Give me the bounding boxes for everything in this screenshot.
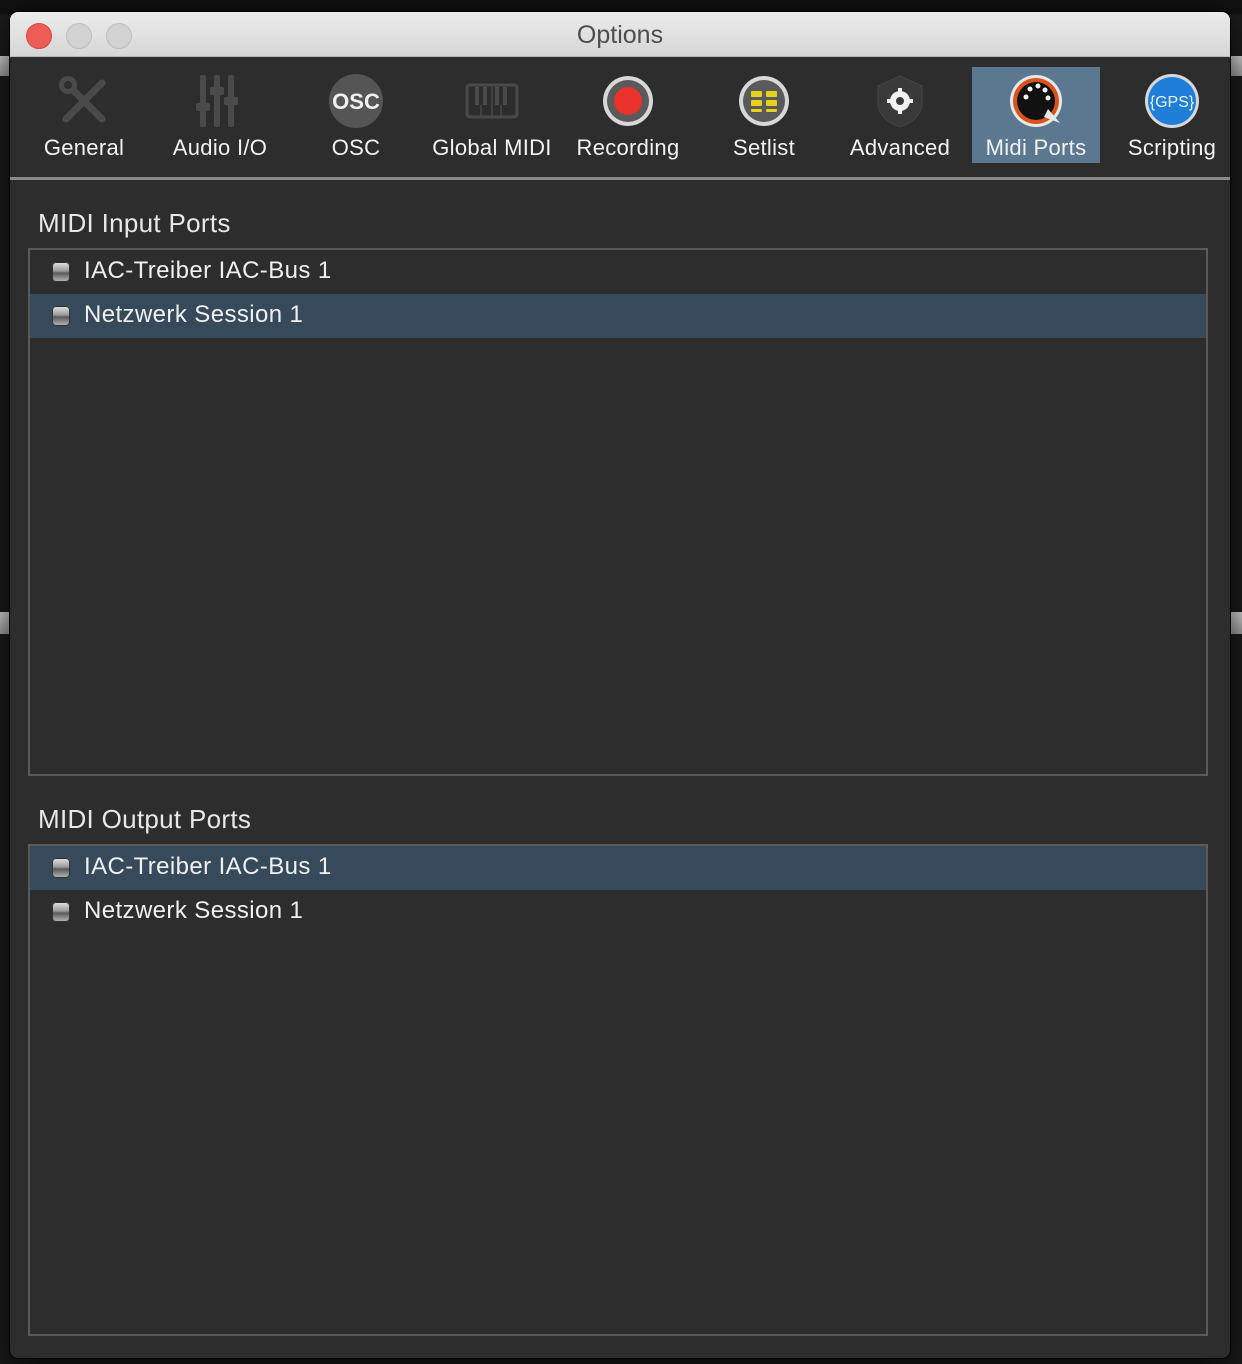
- list-item[interactable]: Netzwerk Session 1: [30, 890, 1206, 934]
- tab-osc[interactable]: OSC OSC: [292, 67, 420, 163]
- port-name: IAC-Treiber IAC-Bus 1: [84, 257, 332, 284]
- midi-output-heading: MIDI Output Ports: [38, 804, 252, 834]
- port-name: Netzwerk Session 1: [84, 897, 304, 924]
- port-name: Netzwerk Session 1: [84, 301, 304, 328]
- gear-shield-icon: [877, 75, 923, 128]
- tab-recording[interactable]: Recording: [564, 67, 692, 163]
- tab-label: Recording: [576, 135, 680, 160]
- wrench-screwdriver-icon: [59, 76, 106, 123]
- midi-output-port-list[interactable]: IAC-Treiber IAC-Bus 1 Netzwerk Session 1: [28, 844, 1208, 1336]
- tab-label: Midi Ports: [985, 135, 1087, 160]
- list-item[interactable]: IAC-Treiber IAC-Bus 1: [30, 846, 1206, 890]
- tab-label: Setlist: [732, 135, 795, 160]
- tab-label: OSC: [331, 135, 381, 160]
- port-status-led-icon[interactable]: [52, 262, 70, 282]
- options-window: Options General Audio I/O OSC OSC Global…: [10, 12, 1230, 1358]
- port-status-led-icon[interactable]: [52, 858, 70, 878]
- midi-input-port-list[interactable]: IAC-Treiber IAC-Bus 1 Netzwerk Session 1: [28, 248, 1208, 776]
- window-title: Options: [576, 21, 664, 49]
- preferences-toolbar: General Audio I/O OSC OSC Global MIDI Re…: [10, 57, 1230, 180]
- setlist-icon: [739, 76, 789, 126]
- port-status-led-icon[interactable]: [52, 306, 70, 326]
- osc-icon-text: OSC: [332, 89, 380, 114]
- tab-label: Scripting: [1127, 135, 1217, 160]
- mixer-faders-icon: [196, 75, 238, 127]
- tab-label: Audio I/O: [172, 135, 268, 160]
- osc-icon: OSC: [329, 74, 383, 128]
- gps-icon-text: {GPS}: [1150, 94, 1195, 111]
- tab-label: Advanced: [849, 135, 951, 160]
- list-item[interactable]: IAC-Treiber IAC-Bus 1: [30, 250, 1206, 294]
- tab-midi-ports[interactable]: Midi Ports: [972, 67, 1100, 163]
- midi-input-heading: MIDI Input Ports: [38, 208, 231, 238]
- tab-general[interactable]: General: [20, 67, 148, 163]
- tab-scripting[interactable]: {GPS} Scripting: [1108, 67, 1230, 163]
- midi-ports-panel: MIDI Input Ports IAC-Treiber IAC-Bus 1 N…: [10, 180, 1230, 1358]
- title-bar[interactable]: Options: [10, 12, 1230, 57]
- port-status-led-icon[interactable]: [52, 902, 70, 922]
- tab-setlist[interactable]: Setlist: [700, 67, 828, 163]
- tab-label: Global MIDI: [432, 135, 552, 160]
- tab-label: General: [43, 135, 125, 160]
- tab-global-midi[interactable]: Global MIDI: [428, 67, 556, 163]
- gps-script-icon: {GPS}: [1145, 74, 1199, 128]
- keyboard-icon: [465, 83, 519, 119]
- tab-advanced[interactable]: Advanced: [836, 67, 964, 163]
- record-icon: [603, 76, 653, 126]
- list-item[interactable]: Netzwerk Session 1: [30, 294, 1206, 338]
- tab-audio-io[interactable]: Audio I/O: [156, 67, 284, 163]
- midi-port-icon: [1010, 75, 1062, 127]
- port-name: IAC-Treiber IAC-Bus 1: [84, 853, 332, 880]
